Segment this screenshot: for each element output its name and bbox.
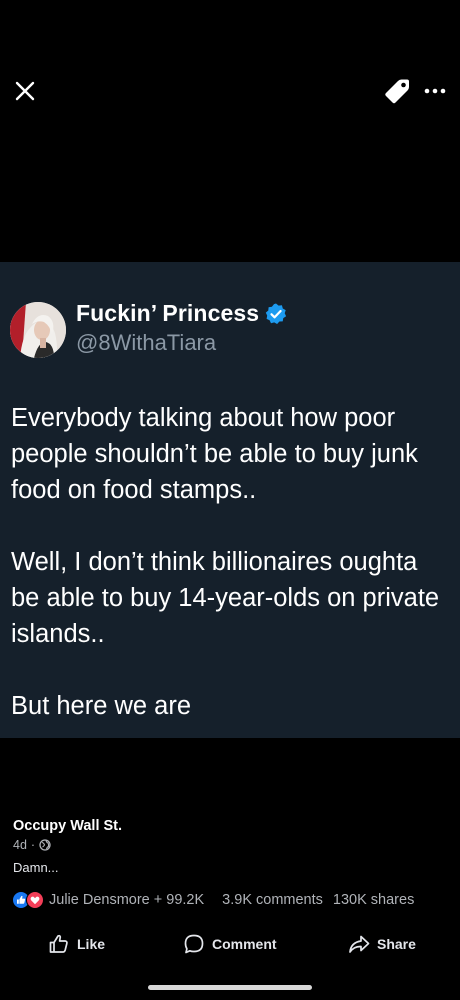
reaction-icons[interactable] bbox=[12, 891, 44, 909]
tweet-screenshot-card: Fuckin’ Princess @8WithaTiara Everybody … bbox=[0, 262, 460, 738]
globe-icon bbox=[39, 839, 51, 851]
comment-label: Comment bbox=[212, 936, 277, 952]
post-actions: Like Comment Share bbox=[0, 928, 460, 960]
share-label: Share bbox=[377, 936, 416, 952]
verified-badge-icon bbox=[265, 303, 287, 324]
display-name: Fuckin’ Princess bbox=[76, 300, 260, 326]
top-toolbar bbox=[0, 70, 460, 110]
shares-count[interactable]: 130K shares bbox=[333, 892, 414, 908]
love-reaction-icon bbox=[26, 891, 44, 909]
comments-count[interactable]: 3.9K comments bbox=[222, 892, 323, 908]
page-name[interactable]: Occupy Wall St. bbox=[13, 818, 453, 834]
share-arrow-icon bbox=[349, 935, 370, 953]
tweet-text: Everybody talking about how poor people … bbox=[11, 404, 440, 720]
more-icon bbox=[424, 88, 446, 94]
thumbs-up-icon bbox=[49, 934, 68, 953]
display-name-row: Fuckin’ Princess bbox=[76, 300, 288, 327]
like-label: Like bbox=[77, 936, 106, 952]
post-caption: Damn... bbox=[13, 860, 59, 875]
post-time-row: 4d · bbox=[13, 838, 453, 852]
close-button[interactable] bbox=[12, 78, 38, 104]
handle: @8WithaTiara bbox=[76, 330, 217, 355]
separator-dot: · bbox=[30, 838, 36, 852]
avatar bbox=[10, 302, 66, 358]
tag-icon bbox=[385, 79, 409, 104]
like-button[interactable]: Like bbox=[48, 928, 105, 960]
tag-button[interactable] bbox=[382, 76, 412, 106]
comment-bubble-icon bbox=[184, 934, 204, 954]
comment-button[interactable]: Comment bbox=[183, 928, 277, 960]
share-button[interactable]: Share bbox=[348, 928, 416, 960]
post-time[interactable]: 4d bbox=[13, 838, 27, 852]
reactions-row: Julie Densmore + 99.2K 3.9K comments 130… bbox=[12, 891, 452, 909]
more-options-button[interactable] bbox=[420, 78, 450, 104]
home-indicator[interactable] bbox=[148, 985, 312, 990]
close-icon bbox=[15, 81, 35, 101]
reactors-summary[interactable]: Julie Densmore + 99.2K bbox=[49, 892, 204, 908]
post-meta: Occupy Wall St. 4d · Damn... bbox=[13, 818, 453, 875]
